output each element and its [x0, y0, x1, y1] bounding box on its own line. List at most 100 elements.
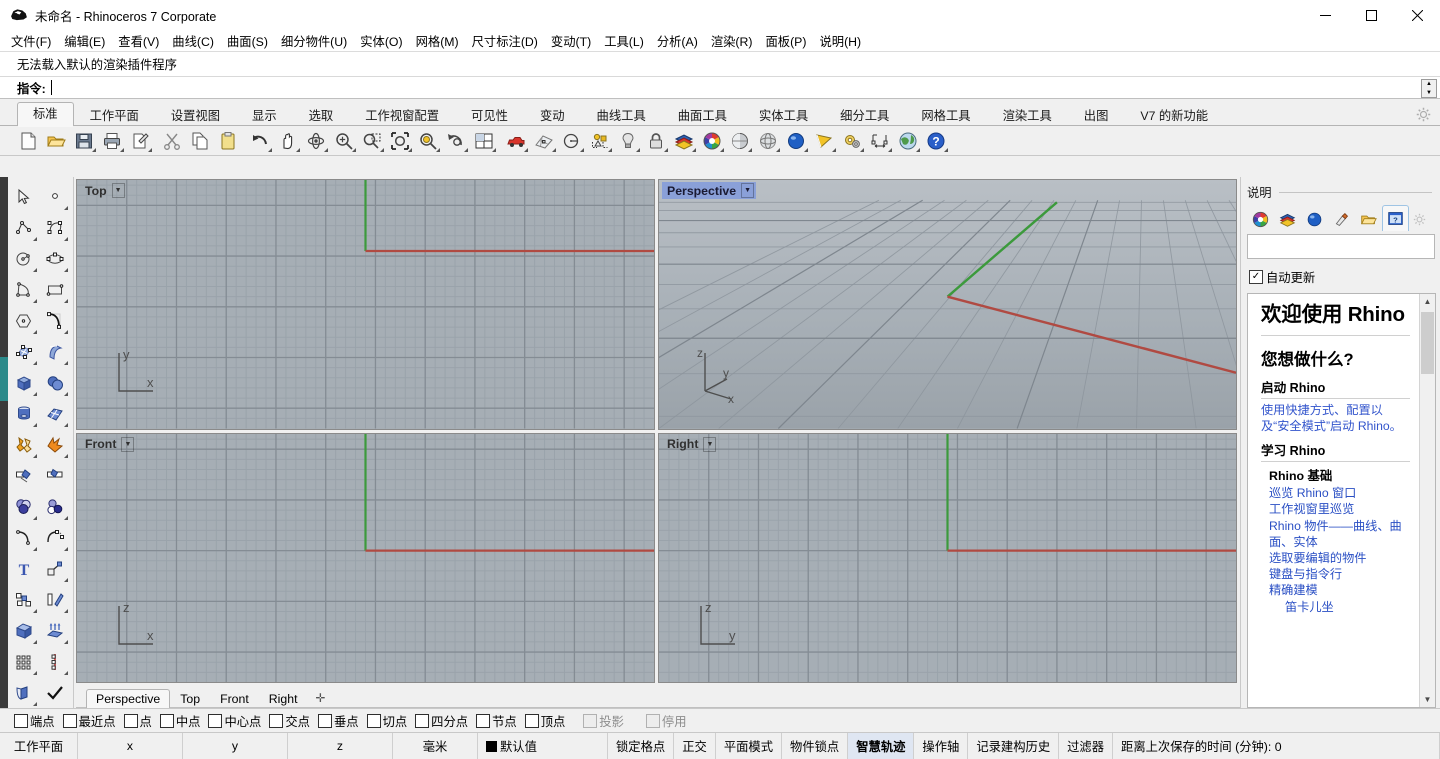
status-toggle-osnap[interactable]: 物件锁点: [782, 733, 849, 759]
menu-analyze[interactable]: 分析(A): [657, 30, 706, 52]
spinner-up-icon[interactable]: ▲: [1422, 80, 1436, 89]
save-file-button[interactable]: [70, 128, 98, 154]
help-link-navigate-window[interactable]: 巡览 Rhino 窗口: [1269, 485, 1410, 501]
light-button[interactable]: [614, 128, 642, 154]
menu-file[interactable]: 文件(F): [11, 30, 59, 52]
command-scroll-spinner[interactable]: ▲ ▼: [1421, 79, 1437, 98]
check-button[interactable]: [39, 677, 70, 708]
cut-button[interactable]: [158, 128, 186, 154]
trim-button[interactable]: [8, 460, 39, 491]
split-button[interactable]: [39, 460, 70, 491]
scale-button[interactable]: [39, 553, 70, 584]
render-button[interactable]: [502, 128, 530, 154]
osnap-project[interactable]: 投影: [583, 712, 624, 730]
viewport-perspective[interactable]: Perspective ▼ z y x: [658, 179, 1237, 430]
earth-button[interactable]: [894, 128, 922, 154]
menu-mesh[interactable]: 网格(M): [416, 30, 467, 52]
polyline-button[interactable]: [8, 212, 39, 243]
lock-button[interactable]: [642, 128, 670, 154]
extrude-curve-button[interactable]: [39, 615, 70, 646]
arc-button[interactable]: [8, 274, 39, 305]
viewport-tab-front[interactable]: Front: [210, 689, 259, 708]
dimension-button[interactable]: [866, 128, 894, 154]
command-input[interactable]: [49, 79, 1440, 96]
tab-render-tools[interactable]: 渲染工具: [987, 104, 1068, 126]
ellipse-button[interactable]: [39, 243, 70, 274]
pan-button[interactable]: [274, 128, 302, 154]
tab-subd-tools[interactable]: 细分工具: [824, 104, 905, 126]
rp-tab-color-wheel[interactable]: [1247, 207, 1274, 231]
osnap-quad[interactable]: 四分点: [415, 712, 468, 730]
status-toggle-ortho[interactable]: 正交: [674, 733, 716, 759]
rp-tab-material[interactable]: [1328, 207, 1355, 231]
tab-transform[interactable]: 变动: [524, 104, 581, 126]
zoom-selected-button[interactable]: [414, 128, 442, 154]
sphere-button[interactable]: [39, 367, 70, 398]
boolean-intersect-button[interactable]: [39, 491, 70, 522]
help-link-rhino-objects[interactable]: Rhino 物件——曲线、曲面、实体: [1269, 518, 1410, 550]
auto-update-checkbox[interactable]: ✓ 自动更新: [1249, 268, 1436, 286]
scroll-down-icon[interactable]: ▼: [1420, 692, 1435, 707]
menu-dimension[interactable]: 尺寸标注(D): [472, 30, 546, 52]
subd-box-button[interactable]: [39, 398, 70, 429]
rendered-view-button[interactable]: [782, 128, 810, 154]
tab-mesh-tools[interactable]: 网格工具: [905, 104, 986, 126]
blend-curve-button[interactable]: [39, 522, 70, 553]
undo-view-button[interactable]: [442, 128, 470, 154]
tab-drafting[interactable]: 出图: [1068, 104, 1125, 126]
menu-render[interactable]: 渲染(R): [711, 30, 761, 52]
status-toggle-planar[interactable]: 平面模式: [716, 733, 783, 759]
open-file-button[interactable]: [42, 128, 70, 154]
osnap-point[interactable]: 点: [123, 712, 152, 730]
status-layer[interactable]: 默认值: [478, 733, 608, 759]
maximize-button[interactable]: [1348, 0, 1394, 30]
help-scrollbar[interactable]: ▲ ▼: [1419, 294, 1435, 707]
cap-button[interactable]: [8, 615, 39, 646]
boolean-difference-button[interactable]: [8, 491, 39, 522]
viewport-tab-top[interactable]: Top: [170, 689, 210, 708]
copy-objects-button[interactable]: [8, 584, 39, 615]
shaded-view-button[interactable]: [726, 128, 754, 154]
chevron-down-icon[interactable]: ▼: [121, 436, 135, 452]
tab-display[interactable]: 显示: [236, 104, 293, 126]
menu-solid[interactable]: 实体(O): [360, 30, 410, 52]
properties-button[interactable]: [126, 128, 154, 154]
polygon-button[interactable]: [8, 305, 39, 336]
osnap-mid[interactable]: 中点: [159, 712, 200, 730]
tab-cplane[interactable]: 工作平面: [74, 104, 155, 126]
zoom-window-button[interactable]: [358, 128, 386, 154]
help-link-select-objects[interactable]: 选取要编辑的物件: [1269, 550, 1410, 566]
copy-button[interactable]: [186, 128, 214, 154]
status-toggle-smarttrack[interactable]: 智慧轨迹: [848, 733, 915, 759]
point-button[interactable]: [39, 181, 70, 212]
tab-select[interactable]: 选取: [293, 104, 350, 126]
tab-set-view[interactable]: 设置视图: [155, 104, 236, 126]
control-point-curve-button[interactable]: [39, 212, 70, 243]
tab-surface-tools[interactable]: 曲面工具: [662, 104, 743, 126]
text-button[interactable]: T: [8, 553, 39, 584]
menu-surface[interactable]: 曲面(S): [227, 30, 276, 52]
osnap-vertex[interactable]: 顶点: [524, 712, 565, 730]
surface-points-button[interactable]: [8, 336, 39, 367]
close-button[interactable]: [1394, 0, 1440, 30]
viewport-right[interactable]: Right ▼ z y: [658, 432, 1237, 683]
circle-button[interactable]: [558, 128, 586, 154]
rotate-view-button[interactable]: [302, 128, 330, 154]
print-button[interactable]: [98, 128, 126, 154]
viewport-layout-button[interactable]: [470, 128, 498, 154]
status-toggle-gumball[interactable]: 操作轴: [914, 733, 969, 759]
osnap-intersect[interactable]: 交点: [269, 712, 310, 730]
scrollbar-thumb[interactable]: [1421, 312, 1434, 374]
viewport-front[interactable]: Front ▼ z x: [76, 432, 655, 683]
viewport-front-label[interactable]: Front ▼: [80, 436, 136, 453]
tab-whats-new-v7[interactable]: V7 的新功能: [1124, 104, 1224, 126]
viewport-tab-right[interactable]: Right: [259, 689, 308, 708]
undo-button[interactable]: [246, 128, 274, 154]
viewport-top[interactable]: Top ▼ y x: [76, 179, 655, 430]
rp-tab-render[interactable]: [1301, 207, 1328, 231]
command-line[interactable]: 指令: ▲ ▼: [0, 77, 1440, 99]
status-toggle-filter[interactable]: 过滤器: [1059, 733, 1114, 759]
unroll-button[interactable]: [8, 677, 39, 708]
options-button[interactable]: [838, 128, 866, 154]
zoom-extents-button[interactable]: [386, 128, 414, 154]
